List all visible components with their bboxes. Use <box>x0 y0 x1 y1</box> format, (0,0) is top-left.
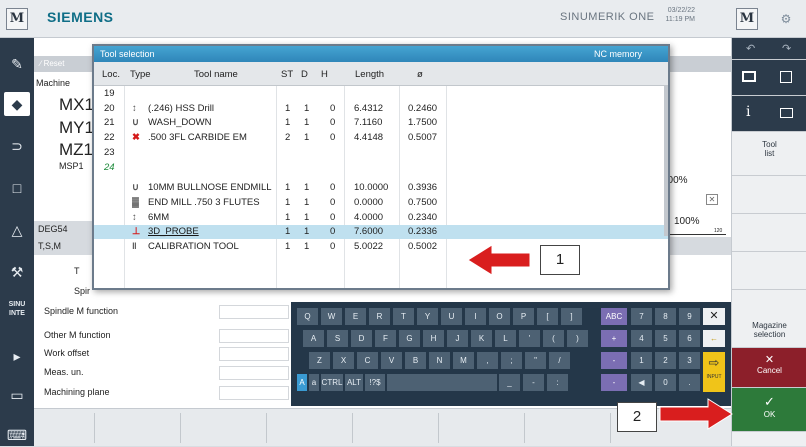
arrow-2-icon <box>659 398 733 430</box>
callout-2: 2 <box>617 402 657 432</box>
arrow-1-icon <box>467 244 531 276</box>
callout-1: 1 <box>540 245 580 275</box>
annotation-overlay <box>467 244 733 430</box>
